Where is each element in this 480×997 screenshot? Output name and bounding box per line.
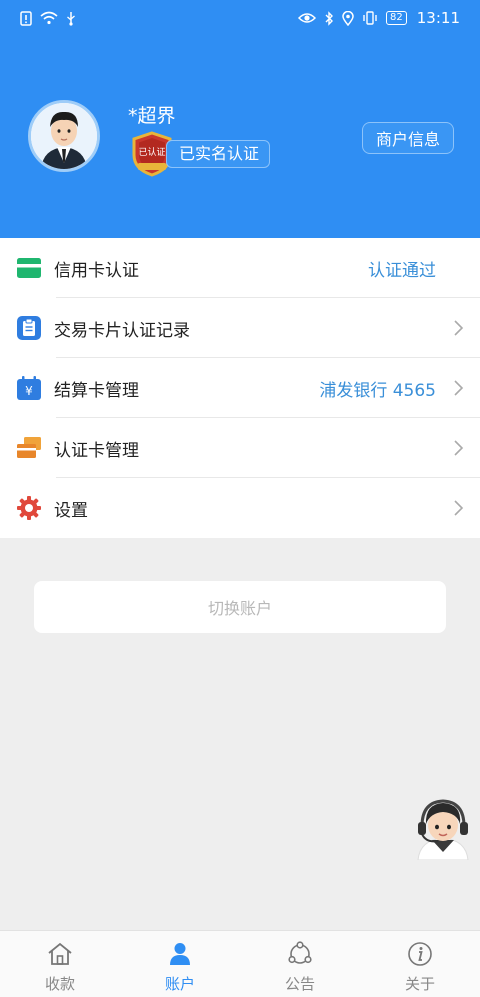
tab-receive[interactable]: 收款 [0, 931, 120, 997]
verified-label: 已实名认证 [166, 140, 271, 168]
cards-icon [16, 435, 42, 461]
switch-account-button[interactable]: 切换账户 [34, 581, 446, 633]
clock: 13:11 [416, 9, 460, 27]
settlement-bank: 浦发银行 4565 [319, 380, 436, 401]
calendar-yen-icon: ¥ [16, 375, 42, 401]
customer-service-icon [417, 799, 469, 861]
auth-status: 认证通过 [368, 260, 436, 281]
tab-label: 公告 [284, 975, 315, 993]
tab-account[interactable]: 账户 [120, 931, 240, 997]
info-icon [407, 941, 433, 967]
username: *超界 [128, 105, 176, 127]
chevron-right-icon [454, 440, 464, 456]
status-bar: 82 13:11 [0, 0, 480, 36]
location-icon [342, 10, 354, 26]
chevron-right-icon [454, 380, 464, 396]
svg-text:¥: ¥ [25, 384, 33, 398]
bluetooth-icon [324, 10, 334, 26]
vibrate-icon [362, 11, 378, 25]
credit-card-icon [16, 255, 42, 281]
menu-item-settlement-card[interactable]: ¥ 结算卡管理 浦发银行 4565 [0, 358, 480, 418]
clipboard-icon [16, 315, 42, 341]
tab-about[interactable]: 关于 [360, 931, 480, 997]
tab-label: 收款 [44, 975, 75, 993]
badge-text: 已认证 [138, 146, 165, 158]
menu-item-label: 交易卡片认证记录 [54, 320, 190, 341]
menu-item-label: 信用卡认证 [54, 260, 139, 281]
chevron-right-icon [454, 500, 464, 516]
home-icon [47, 941, 73, 967]
share-icon [287, 941, 313, 967]
merchant-info-button[interactable]: 商户信息 [362, 122, 454, 154]
menu-item-auth-card-management[interactable]: 认证卡管理 [0, 418, 480, 478]
menu-item-label: 设置 [54, 500, 88, 521]
tab-label: 关于 [404, 975, 435, 993]
menu-item-label: 结算卡管理 [54, 380, 139, 401]
menu-item-label: 认证卡管理 [54, 440, 139, 461]
person-icon [167, 941, 193, 967]
settings-menu: 信用卡认证 认证通过 交易卡片认证记录 ¥ 结算卡管理 浦发银行 4565 认证… [0, 238, 480, 538]
menu-item-transaction-records[interactable]: 交易卡片认证记录 [0, 298, 480, 358]
menu-item-settings[interactable]: 设置 [0, 478, 480, 538]
bottom-tab-bar: 收款 账户 公告 关于 [0, 930, 480, 997]
usb-icon [66, 11, 76, 26]
eye-icon [298, 12, 317, 24]
notification-icon [20, 10, 32, 26]
customer-service-float-button[interactable] [412, 796, 474, 861]
chevron-right-icon [454, 320, 464, 336]
menu-item-credit-card-auth[interactable]: 信用卡认证 认证通过 [0, 238, 480, 298]
avatar[interactable] [28, 100, 100, 172]
gear-icon [16, 495, 42, 521]
battery-icon: 82 [386, 11, 407, 25]
wifi-icon [40, 11, 58, 25]
tab-label: 账户 [164, 975, 195, 993]
profile-header: 82 13:11 *超界 已认证 已实名认证 商户信息 [0, 0, 480, 238]
tab-announcement[interactable]: 公告 [240, 931, 360, 997]
verified-badge: 已认证 已实名认证 [130, 131, 271, 177]
